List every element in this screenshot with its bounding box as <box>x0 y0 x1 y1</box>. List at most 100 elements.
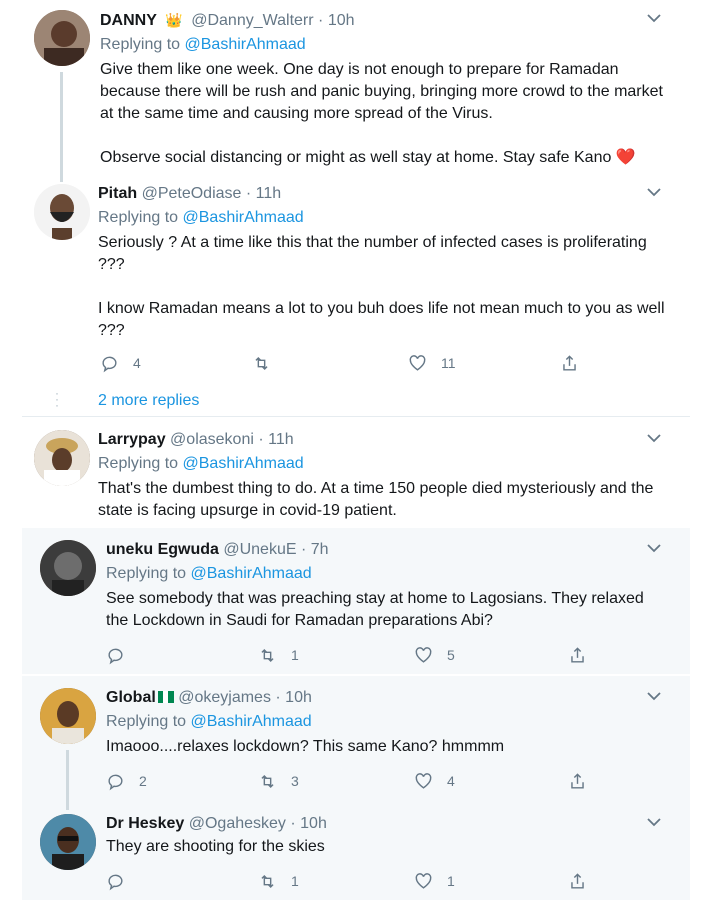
timestamp[interactable]: · 10h <box>290 815 326 832</box>
timestamp[interactable]: · 7h <box>301 541 329 558</box>
replying-to: Replying to @BashirAhmaad <box>98 206 670 230</box>
share-icon <box>571 872 584 889</box>
avatar[interactable] <box>34 430 90 486</box>
retweet-icon <box>261 648 274 662</box>
like-button[interactable]: 5 <box>414 644 455 666</box>
mention-link[interactable]: @BashirAhmaad <box>191 713 312 730</box>
retweet-icon <box>261 774 274 788</box>
avatar-image <box>34 184 90 240</box>
retweet-count: 1 <box>291 647 299 663</box>
display-name[interactable]: Global <box>106 689 156 706</box>
retweet-button[interactable]: 3 <box>258 770 299 792</box>
thread-line <box>60 72 63 182</box>
like-icon <box>415 772 432 789</box>
handle[interactable]: @UnekuE <box>223 541 296 558</box>
retweet-button[interactable]: 1 <box>258 870 299 892</box>
replying-label: Replying to <box>106 713 187 730</box>
timestamp[interactable]: · 11h <box>246 185 281 202</box>
reply-button[interactable] <box>106 644 139 666</box>
chevron-down-icon[interactable] <box>646 814 662 831</box>
reply-icon <box>108 648 123 664</box>
tweet-uneku[interactable]: uneku Egwuda @UnekuE · 7h Replying to @B… <box>22 528 690 674</box>
thread-dots: · · · <box>55 386 59 412</box>
tweet-actions: 1 1 <box>22 870 690 892</box>
avatar[interactable] <box>34 184 90 240</box>
divider <box>22 416 690 417</box>
retweet-icon <box>255 356 268 370</box>
chevron-down-icon[interactable] <box>646 430 662 447</box>
conversation-panel-1: DANNY 👑 @Danny_Walterr · 10h Replying to… <box>22 0 690 417</box>
replying-label: Replying to <box>98 209 179 226</box>
avatar-image <box>40 540 96 596</box>
handle[interactable]: @Ogaheskey <box>189 815 286 832</box>
handle[interactable]: @olasekoni <box>170 431 254 448</box>
like-icon <box>415 646 432 663</box>
tweet-pitah[interactable]: Pitah @PeteOdiase · 11h Replying to @Bas… <box>22 178 690 416</box>
timestamp[interactable]: · 10h <box>275 689 311 706</box>
like-count: 5 <box>447 647 455 663</box>
like-count: 1 <box>447 873 455 889</box>
reply-icon <box>108 774 123 790</box>
reply-button[interactable]: 2 <box>106 770 147 792</box>
conversation-panel-2: Larrypay @olasekoni · 11h Replying to @B… <box>22 418 690 526</box>
tweet-text: Seriously ? At a time like this that the… <box>98 234 665 339</box>
avatar[interactable] <box>40 814 96 870</box>
share-button[interactable] <box>568 770 587 792</box>
avatar[interactable] <box>34 10 90 66</box>
more-replies-link[interactable]: 2 more replies <box>98 392 199 410</box>
avatar[interactable] <box>40 540 96 596</box>
replying-to: Replying to @BashirAhmaad <box>98 452 670 476</box>
share-button[interactable] <box>568 870 587 892</box>
retweet-count: 3 <box>291 773 299 789</box>
timestamp[interactable]: · 11h <box>258 431 293 448</box>
tweet-actions: 1 5 <box>22 644 690 666</box>
tweet-global[interactable]: Global @okeyjames · 10h Replying to @Bas… <box>22 676 690 810</box>
display-name[interactable]: Pitah <box>98 185 137 202</box>
like-count: 11 <box>441 355 456 371</box>
mention-link[interactable]: @BashirAhmaad <box>183 455 304 472</box>
chevron-down-icon[interactable] <box>646 184 662 201</box>
share-button[interactable] <box>560 352 579 374</box>
tweet-danny[interactable]: DANNY 👑 @Danny_Walterr · 10h Replying to… <box>22 0 690 182</box>
reply-icon <box>102 356 117 372</box>
replying-label: Replying to <box>100 36 181 53</box>
timestamp[interactable]: · 10h <box>318 12 354 29</box>
like-button[interactable]: 4 <box>414 770 455 792</box>
tweet-dr-heskey[interactable]: Dr Heskey @Ogaheskey · 10h They are shoo… <box>22 804 690 900</box>
avatar-image <box>34 430 90 486</box>
handle[interactable]: @okeyjames <box>178 689 271 706</box>
retweet-button[interactable] <box>252 352 285 374</box>
replying-to: Replying to @BashirAhmaad <box>106 562 670 586</box>
tweet-text: See somebody that was preaching stay at … <box>106 590 649 629</box>
avatar[interactable] <box>40 688 96 744</box>
display-name[interactable]: Dr Heskey <box>106 815 184 832</box>
share-button[interactable] <box>568 644 587 666</box>
mention-link[interactable]: @BashirAhmaad <box>191 565 312 582</box>
like-count: 4 <box>447 773 455 789</box>
like-button[interactable]: 11 <box>408 352 456 374</box>
reply-count: 2 <box>139 773 147 789</box>
avatar-image <box>40 814 96 870</box>
tweet-larrypay[interactable]: Larrypay @olasekoni · 11h Replying to @B… <box>22 418 690 526</box>
retweet-button[interactable]: 1 <box>258 644 299 666</box>
handle[interactable]: @Danny_Walterr <box>191 12 313 29</box>
reply-button[interactable]: 4 <box>100 352 141 374</box>
retweet-icon <box>261 874 274 888</box>
display-name[interactable]: uneku Egwuda <box>106 541 219 558</box>
reply-button[interactable] <box>106 870 139 892</box>
mention-link[interactable]: @BashirAhmaad <box>183 209 304 226</box>
tweet-actions: 4 11 <box>22 352 690 374</box>
tweet-text: Give them like one week. One day is not … <box>100 61 663 166</box>
chevron-down-icon[interactable] <box>646 10 662 27</box>
display-name[interactable]: DANNY <box>100 12 157 29</box>
nigeria-flag-icon <box>157 689 174 703</box>
display-name[interactable]: Larrypay <box>98 431 166 448</box>
chevron-down-icon[interactable] <box>646 540 662 557</box>
reply-count: 4 <box>133 355 141 371</box>
like-button[interactable]: 1 <box>414 870 455 892</box>
replying-to: Replying to @BashirAhmaad <box>100 33 670 57</box>
replying-label: Replying to <box>98 455 179 472</box>
mention-link[interactable]: @BashirAhmaad <box>185 36 306 53</box>
chevron-down-icon[interactable] <box>646 688 662 705</box>
handle[interactable]: @PeteOdiase <box>142 185 242 202</box>
